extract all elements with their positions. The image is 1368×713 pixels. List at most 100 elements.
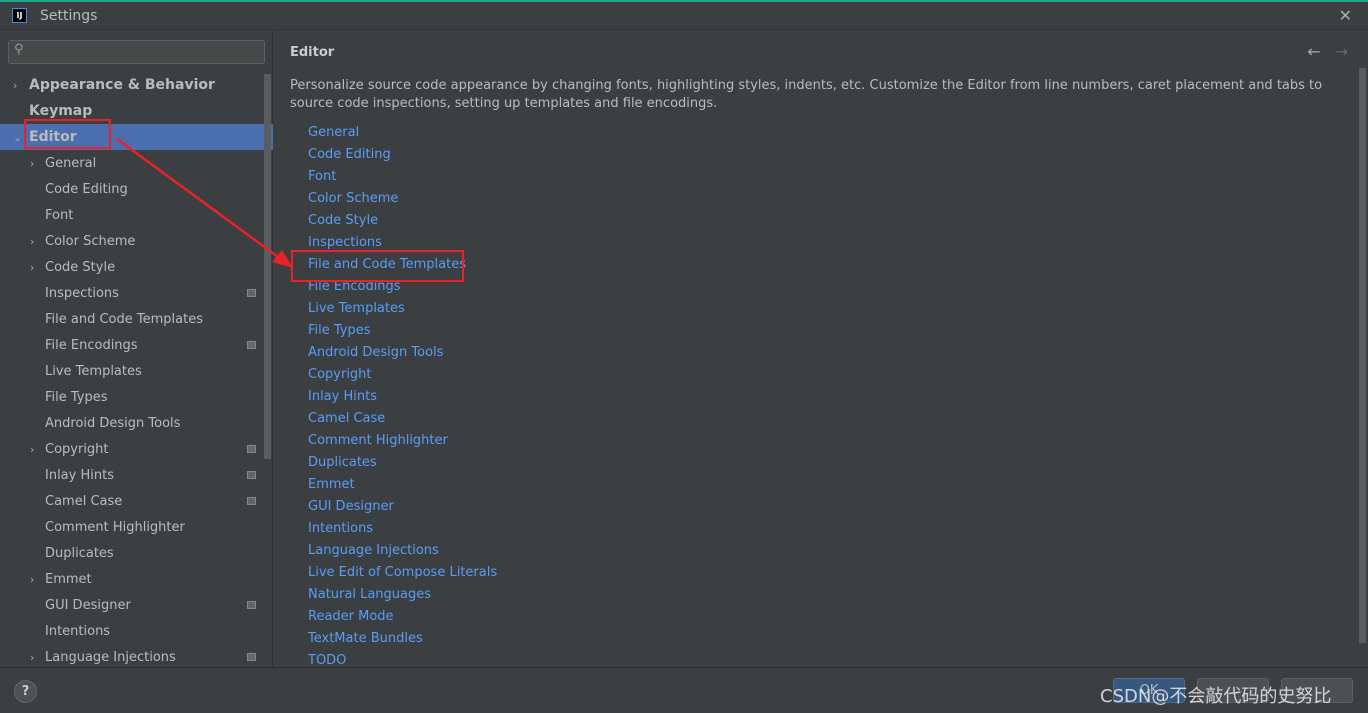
tree-item-label: Emmet xyxy=(45,571,92,587)
tree-item-label: File and Code Templates xyxy=(45,311,203,327)
chevron-down-icon[interactable]: ⌄ xyxy=(13,131,22,144)
chevron-right-icon[interactable]: › xyxy=(30,235,34,248)
tree-item-label: Duplicates xyxy=(45,545,114,561)
help-button[interactable]: ? xyxy=(14,680,37,703)
tree-item-live-templates[interactable]: Live Templates xyxy=(0,358,262,384)
link-font[interactable]: Font xyxy=(308,166,497,188)
tree-item-appearance-behavior[interactable]: › Appearance & Behavior xyxy=(0,72,262,98)
tree-item-label: Comment Highlighter xyxy=(45,519,185,535)
chevron-right-icon[interactable]: › xyxy=(30,443,34,456)
tree-item-copyright[interactable]: › Copyright xyxy=(0,436,262,462)
tree-item-file-types[interactable]: File Types xyxy=(0,384,262,410)
ok-button[interactable]: OK xyxy=(1113,678,1185,703)
apply-button[interactable] xyxy=(1281,678,1353,703)
link-file-types[interactable]: File Types xyxy=(308,320,497,342)
link-color-scheme[interactable]: Color Scheme xyxy=(308,188,497,210)
sidebar-scrollbar[interactable] xyxy=(264,74,271,459)
link-emmet[interactable]: Emmet xyxy=(308,474,497,496)
link-code-editing[interactable]: Code Editing xyxy=(308,144,497,166)
project-scope-icon xyxy=(247,601,256,609)
tree-item-label: Keymap xyxy=(29,103,93,119)
project-scope-icon xyxy=(247,653,256,661)
tree-item-label: File Encodings xyxy=(45,337,138,353)
tree-item-color-scheme[interactable]: › Color Scheme xyxy=(0,228,262,254)
link-duplicates[interactable]: Duplicates xyxy=(308,452,497,474)
chevron-right-icon[interactable]: › xyxy=(30,573,34,586)
link-intentions[interactable]: Intentions xyxy=(308,518,497,540)
chevron-right-icon[interactable]: › xyxy=(30,157,34,170)
link-live-edit-of-compose-literals[interactable]: Live Edit of Compose Literals xyxy=(308,562,497,584)
tree-item-label: Android Design Tools xyxy=(45,415,181,431)
link-code-style[interactable]: Code Style xyxy=(308,210,497,232)
main-scrollbar[interactable] xyxy=(1359,68,1366,643)
tree-item-intentions[interactable]: Intentions xyxy=(0,618,262,644)
search-icon: ⚲ xyxy=(14,42,24,57)
close-icon[interactable]: ✕ xyxy=(1339,6,1352,25)
tree-item-label: Font xyxy=(45,207,74,223)
tree-item-android-design-tools[interactable]: Android Design Tools xyxy=(0,410,262,436)
page-title: Editor xyxy=(290,45,335,60)
settings-tree: › Appearance & Behavior Keymap ⌄ Editor › Gene… xyxy=(0,72,273,670)
app-logo-icon: IJ xyxy=(12,8,27,23)
tree-item-gui-designer[interactable]: GUI Designer xyxy=(0,592,262,618)
link-inlay-hints[interactable]: Inlay Hints xyxy=(308,386,497,408)
tree-item-label: Live Templates xyxy=(45,363,142,379)
annotation-box-editor xyxy=(24,119,111,149)
tree-item-inlay-hints[interactable]: Inlay Hints xyxy=(0,462,262,488)
main-panel: Editor ← → Personalize source code appear… xyxy=(274,30,1368,668)
tree-item-label: Appearance & Behavior xyxy=(29,77,215,93)
tree-item-label: Language Injections xyxy=(45,649,176,665)
tree-item-general[interactable]: › General xyxy=(0,150,262,176)
annotation-box-templates xyxy=(291,250,464,282)
link-live-templates[interactable]: Live Templates xyxy=(308,298,497,320)
tree-item-label: General xyxy=(45,155,97,171)
tree-item-duplicates[interactable]: Duplicates xyxy=(0,540,262,566)
window-title: Settings xyxy=(40,7,98,24)
tree-item-inspections[interactable]: Inspections xyxy=(0,280,262,306)
tree-item-label: File Types xyxy=(45,389,108,405)
tree-item-font[interactable]: Font xyxy=(0,202,262,228)
tree-item-code-editing[interactable]: Code Editing xyxy=(0,176,262,202)
project-scope-icon xyxy=(247,497,256,505)
tree-item-emmet[interactable]: › Emmet xyxy=(0,566,262,592)
tree-item-label: Color Scheme xyxy=(45,233,136,249)
chevron-right-icon[interactable]: › xyxy=(30,261,34,274)
tree-item-file-and-code-templates[interactable]: File and Code Templates xyxy=(0,306,262,332)
tree-item-label: Code Style xyxy=(45,259,116,275)
tree-item-label: Inlay Hints xyxy=(45,467,114,483)
link-gui-designer[interactable]: GUI Designer xyxy=(308,496,497,518)
page-description: Personalize source code appearance by ch… xyxy=(290,78,1323,111)
back-arrow-icon[interactable]: ← xyxy=(1307,42,1320,61)
tree-item-comment-highlighter[interactable]: Comment Highlighter xyxy=(0,514,262,540)
title-bar: IJ Settings ✕ xyxy=(0,0,1368,30)
chevron-right-icon[interactable]: › xyxy=(13,79,17,92)
tree-item-file-encodings[interactable]: File Encodings xyxy=(0,332,262,358)
project-scope-icon xyxy=(247,471,256,479)
forward-arrow-icon[interactable]: → xyxy=(1335,42,1348,61)
link-comment-highlighter[interactable]: Comment Highlighter xyxy=(308,430,497,452)
search-input[interactable]: ⚲ xyxy=(8,40,265,64)
footer: ? OK xyxy=(0,667,1368,713)
tree-item-label: Camel Case xyxy=(45,493,123,509)
tree-item-label: GUI Designer xyxy=(45,597,131,613)
link-camel-case[interactable]: Camel Case xyxy=(308,408,497,430)
tree-item-label: Copyright xyxy=(45,441,109,457)
project-scope-icon xyxy=(247,445,256,453)
link-android-design-tools[interactable]: Android Design Tools xyxy=(308,342,497,364)
link-language-injections[interactable]: Language Injections xyxy=(308,540,497,562)
tree-item-camel-case[interactable]: Camel Case xyxy=(0,488,262,514)
tree-item-label: Intentions xyxy=(45,623,111,639)
link-textmate-bundles[interactable]: TextMate Bundles xyxy=(308,628,497,650)
tree-item-label: Inspections xyxy=(45,285,119,301)
project-scope-icon xyxy=(247,289,256,297)
cancel-button[interactable] xyxy=(1197,678,1269,703)
link-reader-mode[interactable]: Reader Mode xyxy=(308,606,497,628)
project-scope-icon xyxy=(247,341,256,349)
tree-item-label: Code Editing xyxy=(45,181,128,197)
link-natural-languages[interactable]: Natural Languages xyxy=(308,584,497,606)
link-copyright[interactable]: Copyright xyxy=(308,364,497,386)
chevron-right-icon[interactable]: › xyxy=(30,651,34,664)
link-list: General Code Editing Font Color Scheme Code … xyxy=(308,122,497,672)
tree-item-code-style[interactable]: › Code Style xyxy=(0,254,262,280)
link-general[interactable]: General xyxy=(308,122,497,144)
